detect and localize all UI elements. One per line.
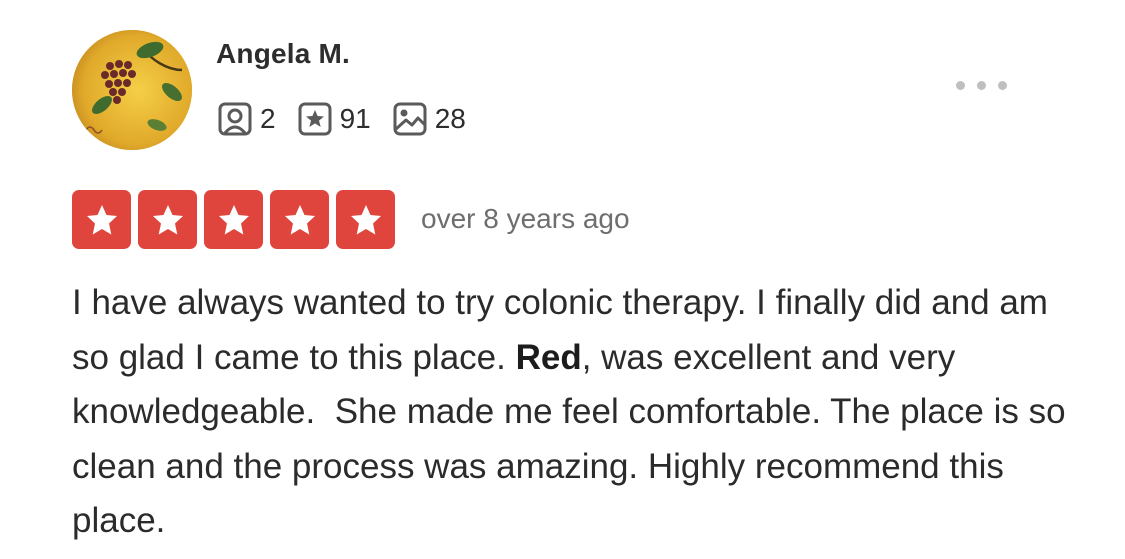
reviews-stat: 91 [298,102,371,136]
menu-dot [998,80,1007,90]
more-options-icon[interactable] [956,76,1020,94]
review-card: Angela M. 2 91 28 over 8 years ago I hav… [0,0,1125,559]
menu-dot [977,80,986,90]
review-text: I have always wanted to try colonic ther… [72,276,1082,549]
star-icon [152,204,183,234]
star-box [270,190,329,249]
review-text-bold: Red [515,337,582,377]
reviewer-name[interactable]: Angela M. [216,38,350,70]
review-date: over 8 years ago [421,203,630,234]
photos-stat: 28 [393,102,466,136]
star-icon [350,204,381,234]
star-icon [218,204,249,234]
star-box [336,190,395,249]
friends-count: 2 [260,103,276,134]
star-icon [86,204,117,234]
star-box [72,190,131,249]
reviews-star-icon [298,102,332,136]
reviewer-stats: 2 91 28 [218,100,488,138]
photos-count: 28 [434,103,466,134]
friends-icon [218,102,252,136]
star-icon [284,204,315,234]
avatar[interactable] [72,30,192,150]
grape-painting-avatar-icon [72,30,192,150]
star-box [138,190,197,249]
menu-dot [956,80,965,90]
reviews-count: 91 [339,103,371,134]
friends-stat: 2 [218,102,276,136]
photos-icon [393,102,427,136]
star-box [204,190,263,249]
star-rating [72,190,395,249]
